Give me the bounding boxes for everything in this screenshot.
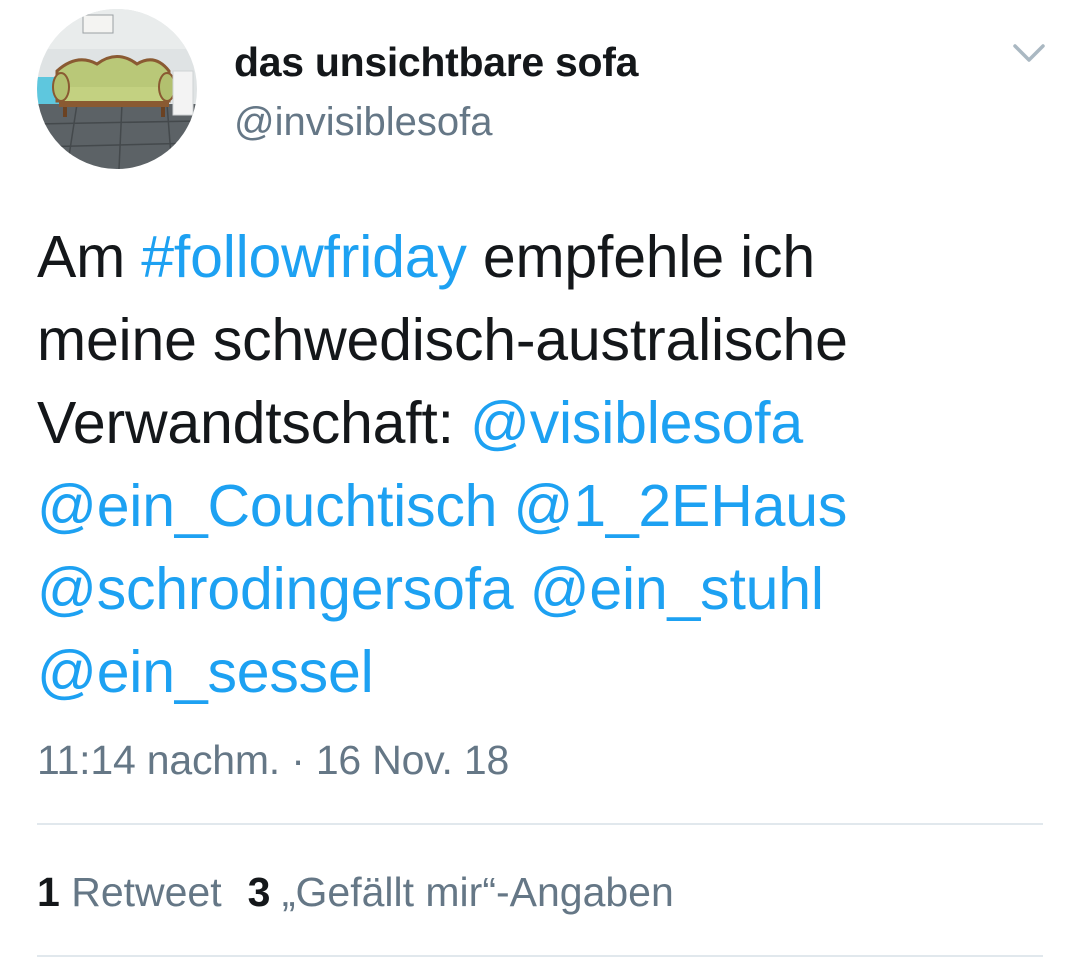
tweet-text-segment <box>497 473 513 539</box>
tweet-text: Am #followfriday empfehle ich meine schwe… <box>37 216 1047 714</box>
tweet-timestamp[interactable]: 11:14 nachm. · 16 Nov. 18 <box>37 735 509 785</box>
mention-link[interactable]: @visiblesofa <box>470 390 803 456</box>
tweet-stats: 1 Retweet 3 „Gefällt mir“-Angaben <box>37 867 674 917</box>
tweet-text-line: Verwandtschaft: @visiblesofa <box>37 382 1047 465</box>
mention-link[interactable]: @ein_sessel <box>37 639 374 705</box>
avatar[interactable] <box>37 9 197 169</box>
mention-link[interactable]: @ein_Couchtisch <box>37 473 498 539</box>
mention-link[interactable]: @schrodingersofa <box>37 556 514 622</box>
tweet-text-segment <box>514 556 530 622</box>
retweets-stat[interactable]: 1 Retweet <box>37 869 222 915</box>
likes-count: 3 <box>247 869 271 915</box>
retweets-label: Retweet <box>71 869 222 915</box>
likes-label: „Gefällt mir“-Angaben <box>281 869 674 915</box>
mention-link[interactable]: @1_2EHaus <box>514 473 848 539</box>
tweet-text-line: @ein_sessel <box>37 631 1047 714</box>
tweet-text-line: @schrodingersofa @ein_stuhl <box>37 548 1047 631</box>
display-name[interactable]: das unsichtbare sofa <box>234 38 638 86</box>
tweet-detail: das unsichtbare sofa @invisiblesofa Am #… <box>0 0 1080 973</box>
tweet-text-line: @ein_Couchtisch @1_2EHaus <box>37 465 1047 548</box>
divider <box>37 823 1043 825</box>
tweet-text-line: meine schwedisch-australische <box>37 299 1047 382</box>
hashtag-link[interactable]: #followfriday <box>141 224 467 290</box>
tweet-text-segment: Verwandtschaft: <box>37 390 470 456</box>
sofa-photo-image <box>37 9 197 169</box>
tweet-text-segment: meine schwedisch-australische <box>37 307 848 373</box>
retweets-count: 1 <box>37 869 60 915</box>
chevron-down-icon[interactable] <box>1009 36 1049 68</box>
user-handle[interactable]: @invisiblesofa <box>234 98 493 146</box>
divider <box>37 955 1043 957</box>
tweet-text-segment: empfehle ich <box>466 224 815 290</box>
mention-link[interactable]: @ein_stuhl <box>530 556 824 622</box>
tweet-text-segment: Am <box>37 224 142 290</box>
likes-stat[interactable]: 3 „Gefällt mir“-Angaben <box>248 869 674 915</box>
tweet-text-line: Am #followfriday empfehle ich <box>37 216 1047 299</box>
